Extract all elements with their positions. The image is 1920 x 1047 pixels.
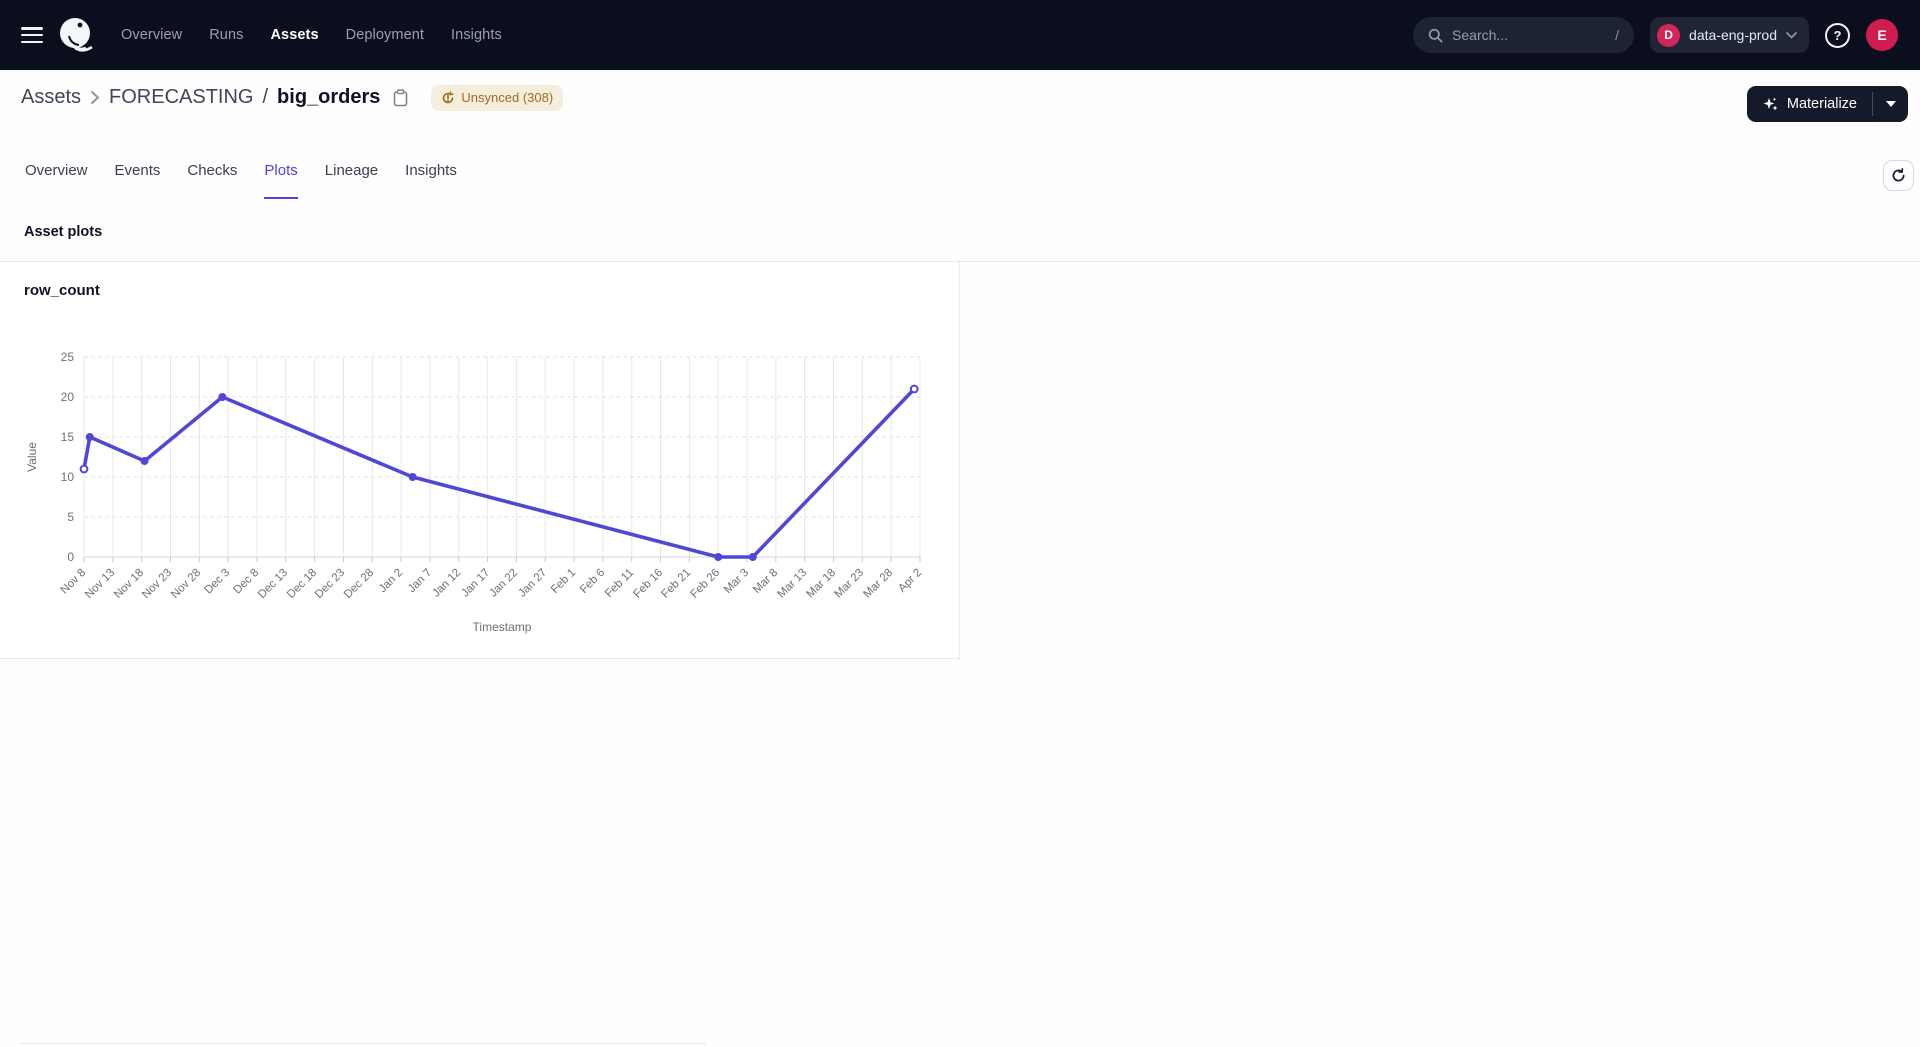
search-icon xyxy=(1428,28,1443,43)
data-point-marker[interactable] xyxy=(218,393,226,401)
breadcrumb-group[interactable]: FORECASTING xyxy=(109,86,253,109)
nav-item-overview[interactable]: Overview xyxy=(121,27,182,43)
data-point-marker[interactable] xyxy=(81,466,88,473)
tab-plots[interactable]: Plots xyxy=(264,162,297,199)
y-tick-label: 15 xyxy=(61,430,75,444)
search-placeholder: Search... xyxy=(1452,27,1606,43)
y-tick-label: 25 xyxy=(61,350,75,364)
y-tick-label: 20 xyxy=(61,390,75,404)
materialize-button-label: Materialize xyxy=(1787,96,1857,112)
data-point-marker[interactable] xyxy=(714,553,722,561)
asset-tabs: Overview Events Checks Plots Lineage Insights xyxy=(25,162,457,199)
hamburger-menu-icon[interactable] xyxy=(21,27,43,43)
materialize-button[interactable]: Materialize xyxy=(1747,86,1872,122)
tab-overview[interactable]: Overview xyxy=(25,162,88,199)
sparkle-icon xyxy=(1762,96,1779,113)
section-title: Asset plots xyxy=(24,224,102,240)
search-shortcut-key: / xyxy=(1615,27,1619,43)
data-point-marker[interactable] xyxy=(141,457,149,465)
data-point-marker[interactable] xyxy=(409,473,417,481)
refresh-icon xyxy=(1891,168,1906,183)
materialize-split-button: Materialize xyxy=(1747,86,1908,122)
unsynced-status-badge[interactable]: Unsynced (308) xyxy=(431,85,563,111)
top-nav-items: Overview Runs Assets Deployment Insights xyxy=(121,27,502,43)
tab-checks[interactable]: Checks xyxy=(187,162,237,199)
data-point-marker[interactable] xyxy=(86,433,94,441)
refresh-button[interactable] xyxy=(1883,160,1914,191)
sync-alert-icon xyxy=(441,91,455,105)
dagster-logo-icon[interactable] xyxy=(55,14,97,56)
tab-events[interactable]: Events xyxy=(115,162,161,199)
nav-item-deployment[interactable]: Deployment xyxy=(346,27,424,43)
nav-item-runs[interactable]: Runs xyxy=(209,27,243,43)
tab-insights[interactable]: Insights xyxy=(405,162,457,199)
row-count-line-chart: 0 5 10 15 20 25 xyxy=(0,262,960,659)
deployment-name: data-eng-prod xyxy=(1689,27,1777,43)
nav-item-assets[interactable]: Assets xyxy=(270,27,318,43)
y-tick-label: 10 xyxy=(61,470,75,484)
y-tick-label: 0 xyxy=(67,550,74,564)
breadcrumb-asset-name: big_orders xyxy=(277,86,380,109)
nav-item-insights[interactable]: Insights xyxy=(451,27,502,43)
breadcrumb-separator: / xyxy=(262,86,268,109)
copy-asset-name-button[interactable] xyxy=(393,89,408,107)
user-avatar[interactable]: E xyxy=(1866,19,1898,51)
top-nav-bar: Overview Runs Assets Deployment Insights Sea… xyxy=(0,0,1920,70)
data-point-marker[interactable] xyxy=(911,386,918,393)
help-icon[interactable]: ? xyxy=(1825,23,1850,48)
bottom-dotted-line xyxy=(20,1043,705,1044)
data-point-marker[interactable] xyxy=(749,553,757,561)
materialize-dropdown-button[interactable] xyxy=(1873,86,1908,122)
breadcrumb-assets-link[interactable]: Assets xyxy=(21,86,81,109)
asset-header-row: Assets FORECASTING / big_orders xyxy=(0,70,1920,125)
search-input[interactable]: Search... / xyxy=(1413,17,1634,53)
plot-card: row_count Value Timestamp Nov 8Nov 13Nov… xyxy=(0,262,960,659)
clipboard-icon xyxy=(393,89,408,107)
caret-down-icon xyxy=(1886,101,1896,107)
chevron-right-icon xyxy=(90,90,100,105)
chevron-down-icon xyxy=(1786,32,1797,39)
deployment-switcher[interactable]: D data-eng-prod xyxy=(1650,17,1809,53)
app-page: Overview Runs Assets Deployment Insights Sea… xyxy=(0,0,1920,1047)
deployment-initial-badge: D xyxy=(1657,24,1680,47)
line-series xyxy=(84,389,914,557)
status-badge-label: Unsynced (308) xyxy=(461,90,553,105)
tab-lineage[interactable]: Lineage xyxy=(325,162,378,199)
y-tick-label: 5 xyxy=(67,510,74,524)
breadcrumb: Assets FORECASTING / big_orders xyxy=(21,70,563,125)
